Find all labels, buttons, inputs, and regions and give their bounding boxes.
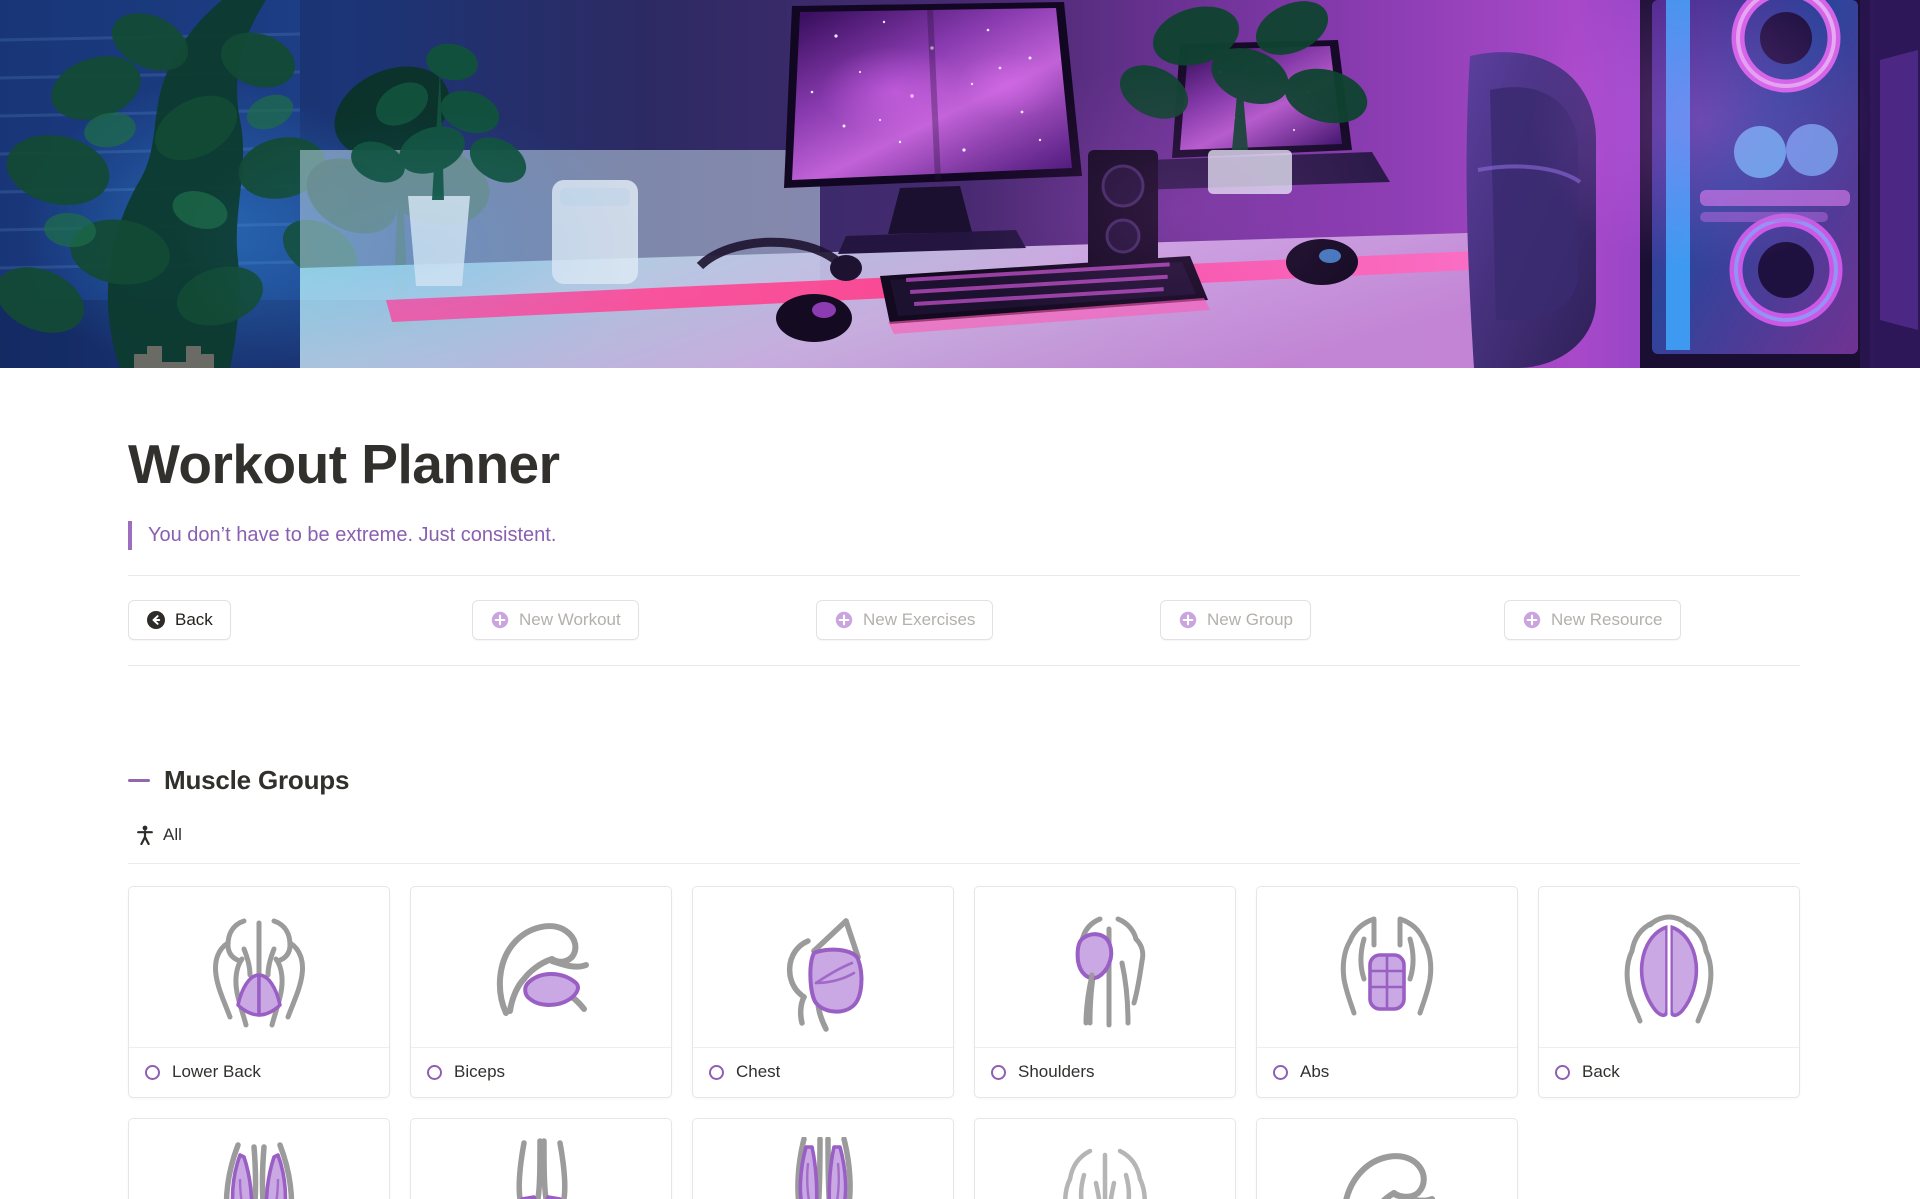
tab-all-label: All bbox=[163, 824, 182, 844]
action-slot-back: Back bbox=[128, 599, 472, 640]
back-button-label: Back bbox=[175, 609, 213, 629]
muscle-group-card-glutes[interactable] bbox=[974, 1117, 1236, 1199]
status-ring-icon bbox=[427, 1064, 442, 1080]
divider-below-actions bbox=[128, 664, 1800, 666]
biceps-illustration bbox=[411, 886, 671, 1048]
view-tabs: All bbox=[128, 818, 1792, 852]
section-title: Muscle Groups bbox=[164, 764, 350, 795]
new-workout-label: New Workout bbox=[519, 609, 621, 629]
card-label: Abs bbox=[1300, 1062, 1330, 1081]
triceps-illustration bbox=[1257, 1118, 1517, 1199]
muscle-group-card-abs[interactable]: Abs bbox=[1256, 885, 1518, 1098]
action-buttons-row: Back New Workout New Exercises New Group… bbox=[128, 599, 1792, 640]
chest-illustration bbox=[693, 886, 953, 1048]
accessibility-icon bbox=[137, 825, 153, 845]
card-footer: Shoulders bbox=[975, 1048, 1235, 1097]
quads-illustration bbox=[129, 1118, 389, 1199]
back-illustration bbox=[1539, 886, 1799, 1048]
card-label: Biceps bbox=[454, 1062, 506, 1081]
muscle-group-card-quads[interactable] bbox=[128, 1117, 390, 1199]
shoulders-illustration bbox=[975, 886, 1235, 1048]
divider-below-tabs bbox=[128, 862, 1800, 864]
page-quote: You don’t have to be extreme. Just consi… bbox=[128, 520, 1792, 550]
muscle-group-card-chest[interactable]: Chest bbox=[692, 885, 954, 1098]
card-footer: Chest bbox=[693, 1048, 953, 1097]
status-ring-icon bbox=[709, 1064, 724, 1080]
muscle-group-card-calves[interactable] bbox=[410, 1117, 672, 1199]
muscle-group-grid: Lower Back Biceps Chest Shoulders Abs Ba… bbox=[128, 885, 1800, 1199]
calves-illustration bbox=[411, 1118, 671, 1199]
plus-circle-icon bbox=[835, 611, 853, 628]
page-title: Workout Planner bbox=[128, 433, 560, 495]
card-label: Shoulders bbox=[1018, 1062, 1095, 1081]
action-slot-new-workout: New Workout bbox=[472, 599, 816, 640]
tab-all[interactable]: All bbox=[136, 825, 182, 845]
status-ring-icon bbox=[1273, 1064, 1288, 1080]
plus-circle-icon bbox=[1179, 611, 1197, 628]
muscle-group-card-biceps[interactable]: Biceps bbox=[410, 885, 672, 1098]
card-label: Back bbox=[1582, 1062, 1620, 1081]
new-resource-button[interactable]: New Resource bbox=[1504, 599, 1681, 640]
new-group-label: New Group bbox=[1207, 609, 1293, 629]
hero-banner bbox=[0, 0, 1920, 368]
dumbbell-icon bbox=[128, 324, 220, 368]
muscle-group-card-shoulders[interactable]: Shoulders bbox=[974, 885, 1236, 1098]
status-ring-icon bbox=[1555, 1064, 1570, 1080]
new-exercises-button[interactable]: New Exercises bbox=[816, 599, 994, 640]
divider-top bbox=[128, 574, 1800, 576]
card-footer: Abs bbox=[1257, 1048, 1517, 1097]
muscle-group-card-hamstrings[interactable] bbox=[692, 1117, 954, 1199]
lower-back-illustration bbox=[129, 886, 389, 1048]
card-label: Chest bbox=[736, 1062, 781, 1081]
back-button[interactable]: Back bbox=[128, 599, 231, 640]
new-resource-label: New Resource bbox=[1551, 609, 1663, 629]
hero-image bbox=[0, 0, 1920, 368]
plus-circle-icon bbox=[491, 611, 509, 628]
card-footer: Biceps bbox=[411, 1048, 671, 1097]
muscle-group-card-back[interactable]: Back bbox=[1538, 885, 1800, 1098]
action-slot-new-group: New Group bbox=[1160, 599, 1504, 640]
glutes-illustration bbox=[975, 1118, 1235, 1199]
card-label: Lower Back bbox=[172, 1062, 261, 1081]
page-content: Workout Planner You don’t have to be ext… bbox=[0, 434, 1920, 1199]
card-footer: Lower Back bbox=[129, 1048, 389, 1097]
new-exercises-label: New Exercises bbox=[863, 609, 976, 629]
action-slot-new-resource: New Resource bbox=[1504, 599, 1681, 640]
muscle-groups-header: Muscle Groups bbox=[128, 765, 1792, 796]
card-footer: Back bbox=[1539, 1048, 1799, 1097]
status-ring-icon bbox=[145, 1064, 160, 1080]
plus-circle-icon bbox=[1523, 611, 1541, 628]
new-group-button[interactable]: New Group bbox=[1160, 599, 1311, 640]
action-slot-new-exercises: New Exercises bbox=[816, 599, 1160, 640]
back-circle-icon bbox=[147, 610, 165, 629]
muscle-group-card-lower-back[interactable]: Lower Back bbox=[128, 885, 390, 1098]
new-workout-button[interactable]: New Workout bbox=[472, 599, 639, 640]
hamstrings-illustration bbox=[693, 1118, 953, 1199]
muscle-group-card-triceps[interactable] bbox=[1256, 1117, 1518, 1199]
status-ring-icon bbox=[991, 1064, 1006, 1080]
abs-illustration bbox=[1257, 886, 1517, 1048]
section-dash-icon bbox=[128, 778, 150, 782]
